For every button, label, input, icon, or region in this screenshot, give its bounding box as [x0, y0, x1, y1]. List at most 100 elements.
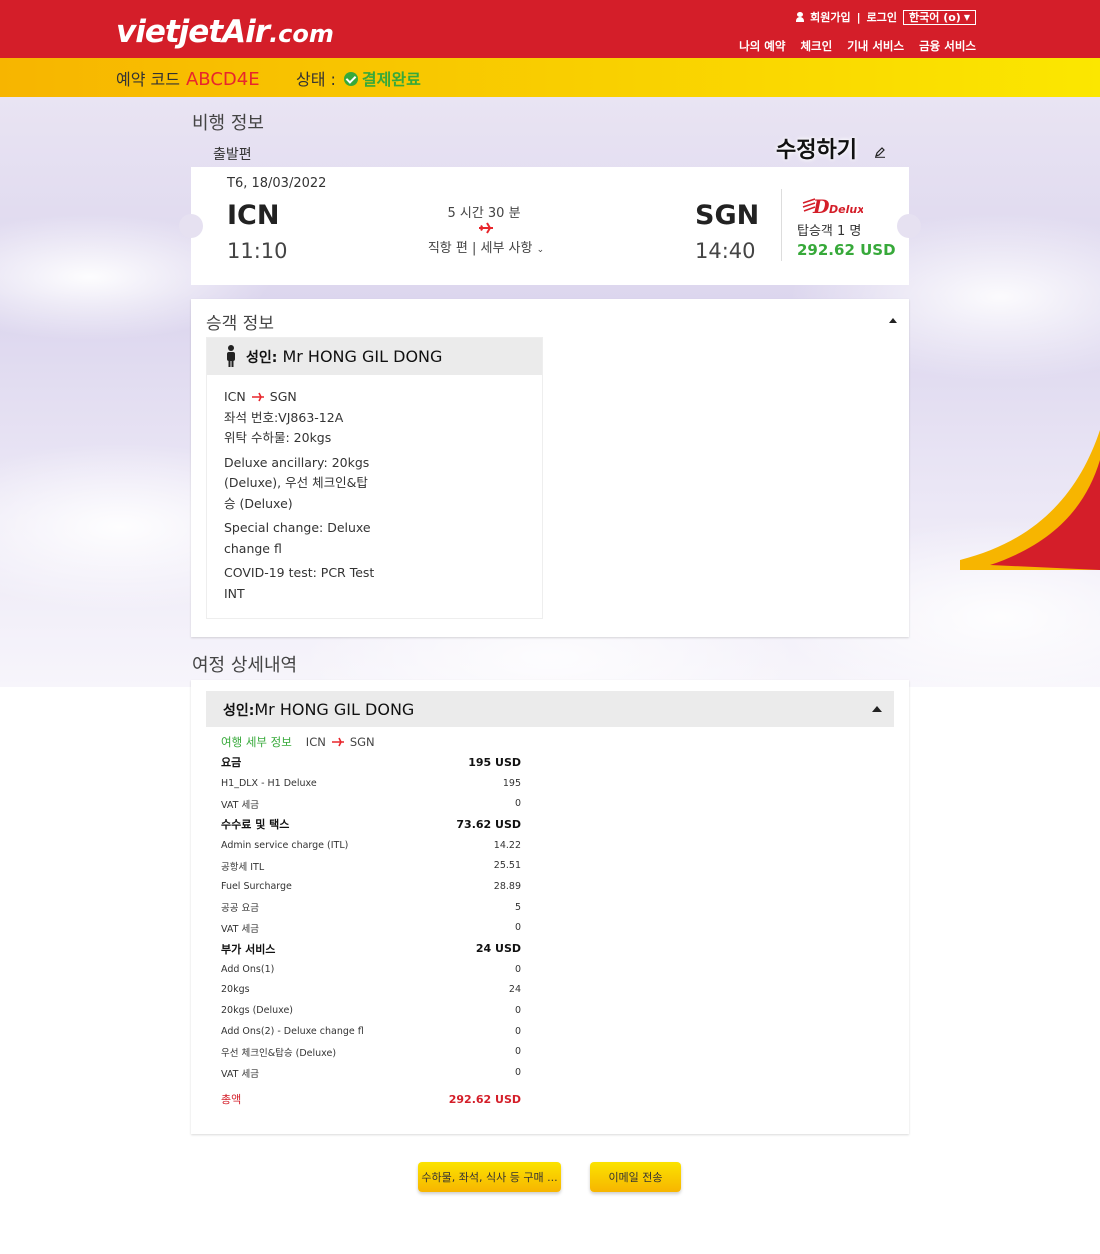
passenger-header: 성인: Mr HONG GIL DONG — [207, 338, 542, 375]
passenger-info-title: 승객 정보 — [206, 314, 274, 334]
signup-link[interactable]: 회원가입 — [810, 9, 850, 25]
fare-label: 공항세 ITL — [221, 861, 265, 873]
brand-swoosh-graphic — [960, 430, 1100, 570]
itinerary-passenger-header[interactable]: 성인:Mr HONG GIL DONG — [206, 691, 894, 727]
send-email-button[interactable]: 이메일 전송 — [590, 1162, 681, 1192]
passenger-route: ICN SGN — [224, 387, 297, 408]
nav-inflight-service[interactable]: 기내 서비스 — [847, 38, 904, 54]
checked-baggage: 위탁 수하물: 20kgs — [224, 430, 332, 445]
fare-value: 24 — [508, 984, 521, 996]
fare-value: 25.51 — [493, 860, 521, 872]
fare-item-row: Admin service charge (ITL) 14.22 — [221, 835, 521, 856]
special-change-line-2: change fl — [224, 540, 282, 556]
fare-item-row: 20kgs 24 — [221, 980, 521, 1001]
deluxe-fare-logo: D Deluxe — [802, 196, 863, 217]
departure-time: 11:10 — [227, 239, 288, 263]
fare-label: VAT 세금 — [221, 923, 259, 935]
airplane-icon — [251, 392, 264, 402]
ancillary-line-2: (Deluxe), 우선 체크인&탑 — [224, 475, 368, 490]
total-value: 292.62 USD — [448, 1092, 521, 1106]
fare-item-row: 공항세 ITL 25.51 — [221, 855, 521, 876]
passenger-name: Mr HONG GIL DONG — [254, 700, 415, 719]
total-row: 총액 292.62 USD — [221, 1089, 521, 1110]
fare-value: 24 USD — [475, 942, 521, 956]
trip-details-label: 여행 세부 정보 — [221, 735, 292, 749]
passenger-type: 성인: — [223, 703, 255, 719]
fare-label: H1_DLX - H1 Deluxe — [221, 777, 317, 789]
pencil-icon[interactable] — [874, 146, 886, 158]
fare-label: Add Ons(1) — [221, 963, 275, 975]
svg-text:D: D — [812, 196, 830, 217]
passenger-name: Mr HONG GIL DONG — [282, 347, 443, 366]
fare-item-row: 우선 체크인&탑승 (Deluxe) 0 — [221, 1042, 521, 1063]
fare-item-row: 20kgs (Deluxe) 0 — [221, 1000, 521, 1021]
ancillary-line-3: 승 (Deluxe) — [224, 495, 293, 511]
itinerary-title: 여정 상세내역 — [192, 655, 298, 676]
status-label: 상태 : — [296, 70, 336, 89]
airplane-icon — [331, 737, 344, 747]
passenger-info-card: 승객 정보 성인: Mr HONG GIL DONG ICN SGN 좌석 번호… — [191, 299, 909, 637]
arrival-time: 14:40 — [695, 239, 756, 263]
route-origin: ICN — [224, 389, 246, 404]
flight-detail-link[interactable]: 직항 편 | 세부 사항 ⌄ — [421, 237, 551, 256]
booking-code-label: 예약 코드 — [116, 70, 180, 89]
chevron-down-icon: ▼ — [963, 12, 970, 22]
airplane-icon — [479, 222, 493, 234]
person-icon — [227, 345, 235, 367]
fare-item-row: Fuel Surcharge 28.89 — [221, 876, 521, 897]
fare-section-row: 부가 서비스 24 USD — [221, 938, 521, 959]
language-select[interactable]: 한국어 (o) ▼ — [903, 9, 976, 25]
itinerary-passenger-label: 성인:Mr HONG GIL DONG — [223, 700, 414, 720]
booking-code: 예약 코드 ABCD4E — [116, 66, 260, 90]
nav-my-booking[interactable]: 나의 예약 — [739, 38, 785, 54]
fare-label: 20kgs (Deluxe) — [221, 1005, 293, 1017]
separator: | — [856, 10, 861, 24]
flight-info-title: 비행 정보 — [192, 113, 264, 134]
nav-checkin[interactable]: 체크인 — [800, 38, 832, 54]
fare-value: 5 — [514, 901, 521, 913]
covid-test-line-1: COVID-19 test: PCR Test — [224, 565, 375, 580]
nav-financial-service[interactable]: 금융 서비스 — [919, 38, 976, 54]
route-origin: ICN — [305, 735, 326, 749]
collapse-caret-icon[interactable] — [872, 706, 882, 712]
chevron-down-icon: ⌄ — [536, 245, 545, 255]
fare-value: 195 USD — [468, 755, 521, 769]
fare-item-row: Add Ons(2) - Deluxe change fl 0 — [221, 1021, 521, 1042]
edit-button[interactable]: 수정하기 — [776, 132, 857, 164]
fare-item-row: 공공 요금 5 — [221, 897, 521, 918]
departure-leg-label: 출발편 — [213, 147, 252, 163]
login-link[interactable]: 로그인 — [867, 9, 897, 25]
fare-value: 0 — [514, 798, 521, 810]
ticket-notch-right — [897, 214, 921, 238]
main-nav: 나의 예약 체크인 기내 서비스 금융 서비스 — [739, 38, 976, 54]
fare-item-row: VAT 세금 0 — [221, 793, 521, 814]
collapse-caret-icon[interactable] — [889, 318, 897, 323]
flight-card: T6, 18/03/2022 ICN 11:10 5 시간 30 분 직항 편 … — [179, 167, 921, 285]
check-circle-icon — [343, 72, 358, 86]
fare-value: 0 — [514, 922, 521, 934]
passenger-name-label: 성인: Mr HONG GIL DONG — [246, 347, 442, 367]
fare-item-row: VAT 세금 0 — [221, 918, 521, 939]
itinerary-card: 성인:Mr HONG GIL DONG 여행 세부 정보 ICN SGN 요금 1… — [191, 680, 909, 1134]
flight-detail-text: 직항 편 | 세부 사항 — [427, 241, 533, 256]
fare-label: 우선 체크인&탑승 (Deluxe) — [221, 1047, 337, 1059]
top-header: vietjetAir.com 회원가입 | 로그인 한국어 (o) ▼ 나의 예… — [0, 0, 1100, 58]
status-value: 결제완료 — [361, 70, 421, 89]
flight-date: T6, 18/03/2022 — [227, 176, 327, 191]
fare-label: VAT 세금 — [221, 1068, 259, 1080]
fare-label: Fuel Surcharge — [221, 880, 292, 892]
covid-test-line-2: INT — [224, 585, 245, 601]
vietjet-logo[interactable]: vietjetAir.com — [116, 14, 334, 50]
fare-label: 수수료 및 택스 — [221, 818, 290, 832]
route-destination: SGN — [349, 735, 375, 749]
purchase-extras-button[interactable]: 수하물, 좌석, 식사 등 구매 ... — [418, 1162, 561, 1192]
account-links: 회원가입 | 로그인 한국어 (o) ▼ — [796, 9, 976, 25]
fare-value: 0 — [514, 963, 521, 975]
seat-number: 좌석 번호:VJ863-12A — [224, 409, 344, 425]
flight-duration: 5 시간 30 분 — [447, 206, 521, 221]
ancillary-line-1: Deluxe ancillary: 20kgs — [224, 454, 370, 470]
fare-label: Admin service charge (ITL) — [221, 839, 349, 851]
fare-section-row: 요금 195 USD — [221, 752, 521, 773]
fare-value: 0 — [514, 1025, 521, 1037]
passenger-detail-box: 성인: Mr HONG GIL DONG ICN SGN 좌석 번호:VJ863… — [206, 337, 543, 619]
